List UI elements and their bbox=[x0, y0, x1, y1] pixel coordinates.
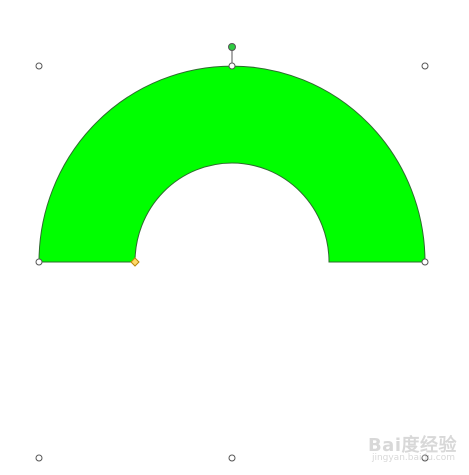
resize-handle-middle-right[interactable] bbox=[421, 258, 429, 266]
block-arc-shape[interactable] bbox=[38, 65, 426, 263]
resize-handle-top-left[interactable] bbox=[35, 62, 43, 70]
resize-handle-bottom-center[interactable] bbox=[228, 454, 236, 462]
resize-handle-bottom-right[interactable] bbox=[421, 454, 429, 462]
resize-handle-middle-left[interactable] bbox=[35, 258, 43, 266]
rotation-handle[interactable] bbox=[228, 43, 236, 51]
resize-handle-top-center[interactable] bbox=[228, 62, 236, 70]
drawing-canvas[interactable] bbox=[0, 0, 469, 475]
resize-handle-top-right[interactable] bbox=[421, 62, 429, 70]
resize-handle-bottom-left[interactable] bbox=[35, 454, 43, 462]
